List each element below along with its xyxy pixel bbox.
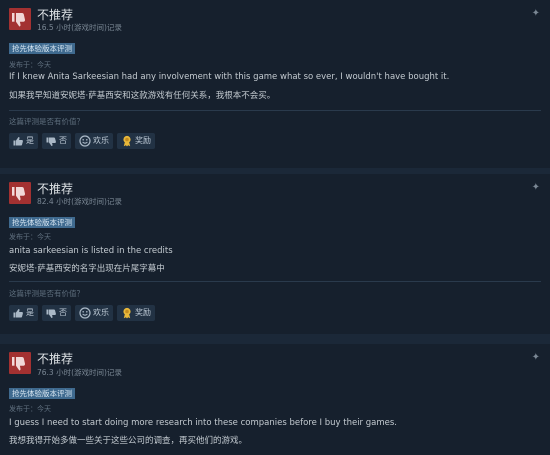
posted-date: 发布于：今天: [9, 61, 51, 69]
vote-funny-button[interactable]: 欢乐: [75, 133, 113, 149]
review-verdict: 不推荐: [37, 182, 74, 196]
review-verdict: 不推荐: [37, 352, 74, 366]
reviews-page: 不推荐 16.5 小时(游戏时间)记录 ✦ 抢先体验版本评测 发布于：今天 If…: [0, 0, 550, 455]
award-button[interactable]: 奖励: [117, 133, 155, 149]
review-text-zh: 我想我得开始多做一些关于这些公司的调查，再买他们的游戏。: [9, 436, 248, 446]
vote-bar: 是 否 欢乐 奖励: [9, 133, 155, 149]
thumbs-down-icon: [46, 309, 56, 318]
star-menu-icon[interactable]: ✦: [532, 183, 540, 193]
smiley-icon: [79, 307, 91, 319]
early-access-badge: 抢先体验版本评测: [9, 43, 75, 54]
review-card: 不推荐 82.4 小时(游戏时间)记录 ✦ 抢先体验版本评测 发布于：今天 an…: [0, 174, 550, 334]
thumbs-up-icon: [13, 136, 23, 145]
vote-bar: 是 否 欢乐 奖励: [9, 305, 155, 321]
thumbs-down-icon: [9, 182, 31, 204]
posted-date: 发布于：今天: [9, 233, 51, 241]
vote-funny-label: 欢乐: [93, 308, 109, 317]
smiley-icon: [79, 135, 91, 147]
divider: [9, 110, 541, 111]
thumbs-down-icon: [46, 137, 56, 146]
award-icon: [123, 307, 131, 319]
award-label: 奖励: [135, 136, 151, 145]
award-label: 奖励: [135, 308, 151, 317]
thumbs-down-icon: [9, 352, 31, 374]
vote-funny-label: 欢乐: [93, 136, 109, 145]
divider: [9, 281, 541, 282]
review-text-zh: 如果我早知道安妮塔·萨基西安和这款游戏有任何关系，我根本不会买。: [9, 91, 276, 101]
vote-no-button[interactable]: 否: [42, 133, 71, 149]
vote-no-button[interactable]: 否: [42, 305, 71, 321]
review-hours: 82.4 小时(游戏时间)记录: [37, 197, 122, 206]
thumbs-down-icon: [9, 8, 31, 30]
posted-date: 发布于：今天: [9, 405, 51, 413]
vote-yes-button[interactable]: 是: [9, 133, 38, 149]
review-text-en: I guess I need to start doing more resea…: [9, 418, 397, 428]
vote-funny-button[interactable]: 欢乐: [75, 305, 113, 321]
vote-yes-label: 是: [26, 136, 34, 145]
review-verdict: 不推荐: [37, 8, 74, 22]
helpful-prompt: 这篇评测是否有价值？: [9, 289, 84, 298]
award-button[interactable]: 奖励: [117, 305, 155, 321]
review-hours: 76.3 小时(游戏时间)记录: [37, 368, 122, 377]
award-icon: [123, 135, 131, 147]
early-access-badge: 抢先体验版本评测: [9, 388, 75, 399]
vote-no-label: 否: [59, 136, 67, 145]
review-text-en: anita sarkeesian is listed in the credit…: [9, 246, 173, 256]
star-menu-icon[interactable]: ✦: [532, 353, 540, 363]
helpful-prompt: 这篇评测是否有价值？: [9, 117, 84, 126]
review-hours: 16.5 小时(游戏时间)记录: [37, 23, 122, 32]
review-card: 不推荐 16.5 小时(游戏时间)记录 ✦ 抢先体验版本评测 发布于：今天 If…: [0, 0, 550, 168]
early-access-badge: 抢先体验版本评测: [9, 217, 75, 228]
vote-no-label: 否: [59, 308, 67, 317]
review-card: 不推荐 76.3 小时(游戏时间)记录 ✦ 抢先体验版本评测 发布于：今天 I …: [0, 344, 550, 455]
vote-yes-button[interactable]: 是: [9, 305, 38, 321]
thumbs-up-icon: [13, 308, 23, 317]
star-menu-icon[interactable]: ✦: [532, 9, 540, 19]
review-text-zh: 安妮塔·萨基西安的名字出现在片尾字幕中: [9, 264, 165, 274]
vote-yes-label: 是: [26, 308, 34, 317]
review-text-en: If I knew Anita Sarkeesian had any invol…: [9, 72, 450, 82]
